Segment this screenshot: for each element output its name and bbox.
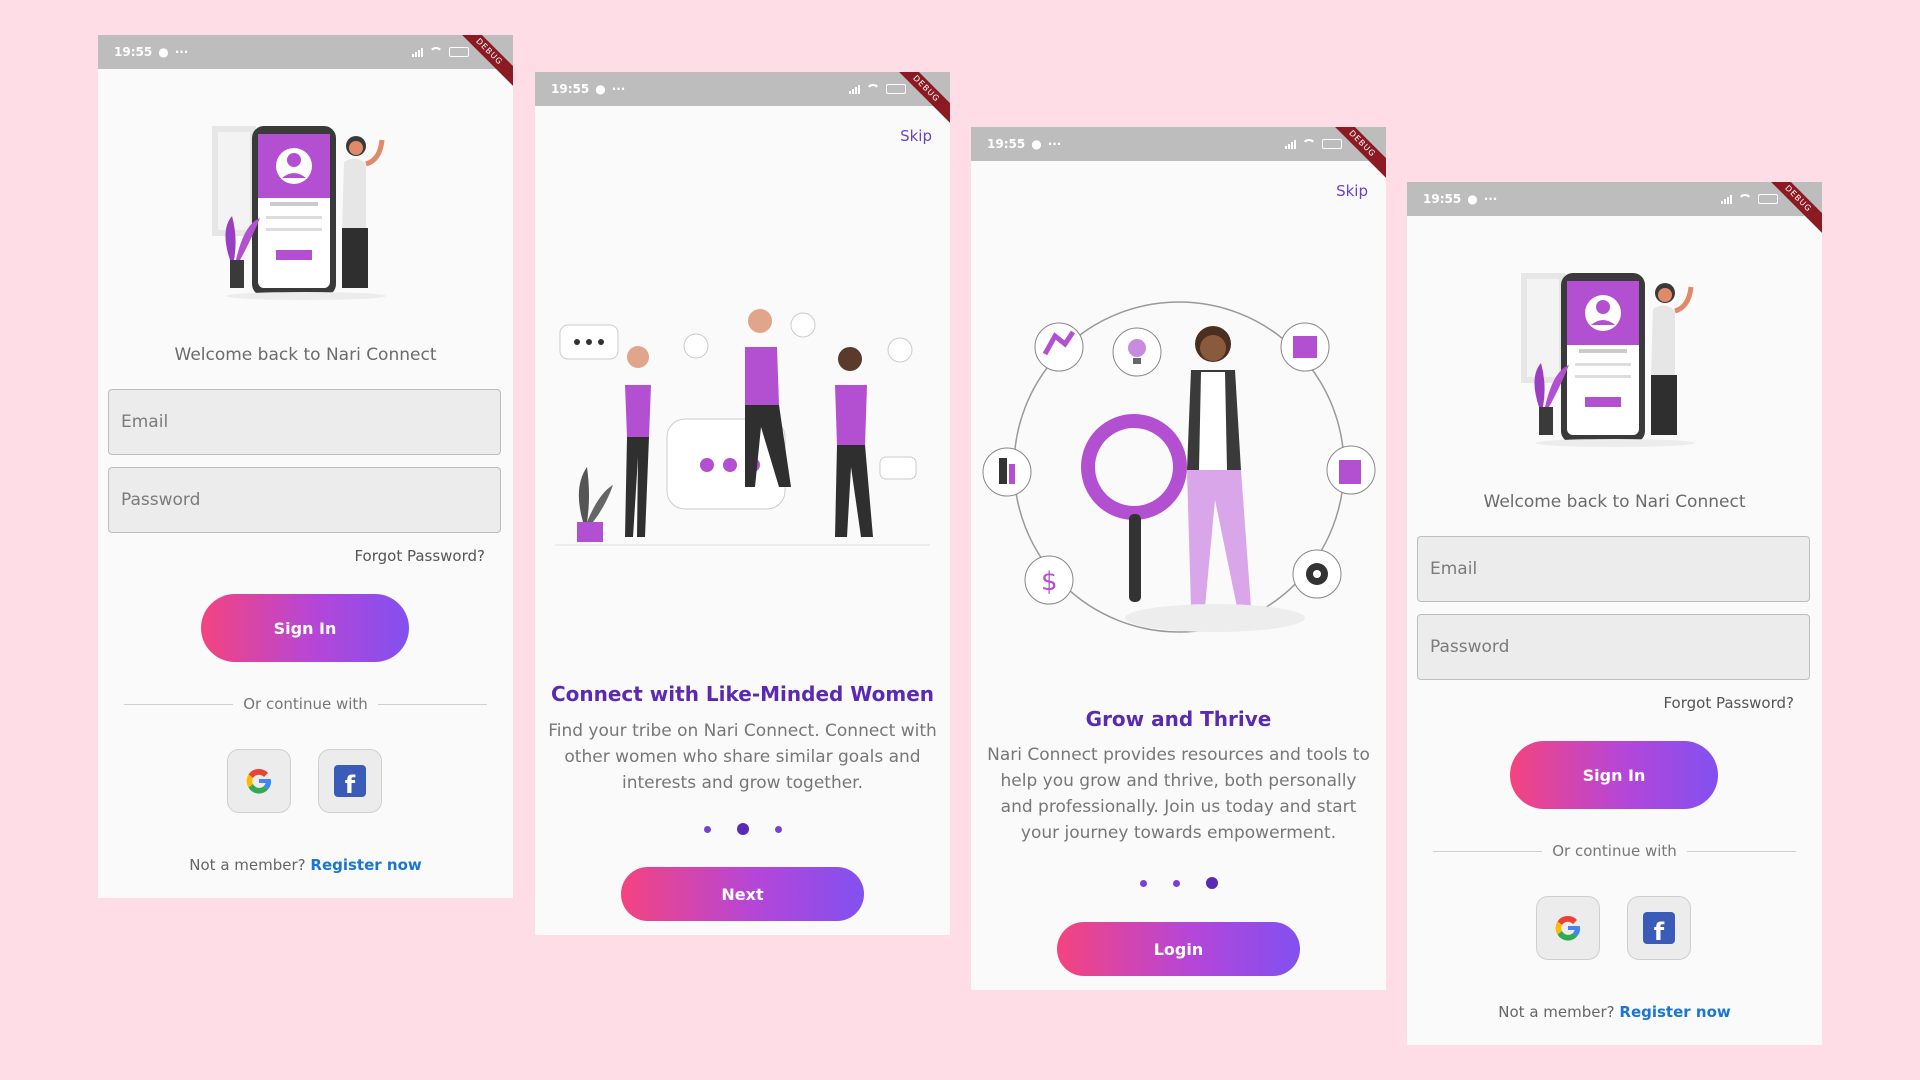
debug-ribbon: DEBUG xyxy=(1321,127,1386,185)
divider-line xyxy=(124,703,234,705)
next-button[interactable]: Next xyxy=(621,867,864,921)
status-time: 19:55 xyxy=(551,82,590,96)
page-dot[interactable] xyxy=(774,825,782,833)
sign-in-button[interactable]: Sign In xyxy=(1510,741,1718,809)
welcome-illustration xyxy=(1521,273,1695,447)
status-bar: 19:55 ● ··· DEBUG xyxy=(98,35,513,93)
notification-icon: ● xyxy=(1031,137,1042,151)
slide-title: Grow and Thrive xyxy=(1085,707,1272,731)
page-dot[interactable] xyxy=(1172,879,1180,887)
or-continue-text: Or continue with xyxy=(243,695,368,713)
more-icon: ··· xyxy=(174,45,189,59)
not-member-text: Not a member? xyxy=(1498,1003,1615,1021)
connect-illustration xyxy=(555,309,930,546)
battery-icon xyxy=(1322,139,1342,149)
facebook-icon: f xyxy=(1643,912,1675,944)
battery-icon xyxy=(1758,194,1778,204)
onboarding-screen-connect: 19:55 ● ··· DEBUG Skip Connect with Like… xyxy=(535,72,950,935)
signal-icon xyxy=(412,47,423,57)
register-row: Not a member? Register now xyxy=(98,856,513,874)
not-member-text: Not a member? xyxy=(189,856,306,874)
page-indicator xyxy=(535,823,950,835)
register-row: Not a member? Register now xyxy=(1407,1003,1822,1021)
signal-icon xyxy=(1721,194,1732,204)
divider-line xyxy=(377,703,487,705)
facebook-button[interactable]: f xyxy=(318,749,382,813)
google-button[interactable] xyxy=(1536,896,1600,960)
slide-title: Connect with Like-Minded Women xyxy=(550,682,935,706)
email-field[interactable] xyxy=(108,389,501,455)
google-icon xyxy=(246,768,272,794)
forgot-password-link[interactable]: Forgot Password? xyxy=(354,547,485,565)
onboarding-screen-grow: 19:55 ● ··· DEBUG Skip $ Grow and Thrive… xyxy=(971,127,1386,990)
or-divider: Or continue with xyxy=(1433,842,1796,860)
signal-icon xyxy=(849,84,860,94)
page-dot-active[interactable] xyxy=(1205,877,1218,889)
google-button[interactable] xyxy=(227,749,291,813)
wifi-icon xyxy=(429,47,443,57)
divider-line xyxy=(1433,850,1543,852)
grow-illustration: $ xyxy=(982,301,1376,633)
slide-description: Nari Connect provides resources and tool… xyxy=(987,745,1370,843)
signal-icon xyxy=(1285,139,1296,149)
more-icon: ··· xyxy=(1047,137,1062,151)
login-screen: 19:55 ● ··· DEBUG Welcome back to Nari C… xyxy=(98,35,513,898)
register-link[interactable]: Register now xyxy=(310,856,421,874)
notification-icon: ● xyxy=(1467,192,1478,206)
more-icon: ··· xyxy=(611,82,626,96)
register-link[interactable]: Register now xyxy=(1619,1003,1730,1021)
wifi-icon xyxy=(866,84,880,94)
status-time: 19:55 xyxy=(987,137,1026,151)
slide-description: Find your tribe on Nari Connect. Connect… xyxy=(548,721,937,793)
battery-icon xyxy=(449,47,469,57)
notification-icon: ● xyxy=(595,82,606,96)
password-field[interactable] xyxy=(108,467,501,533)
svg-text:$: $ xyxy=(1041,567,1058,597)
or-divider: Or continue with xyxy=(124,695,487,713)
notification-icon: ● xyxy=(158,45,169,59)
sign-in-button[interactable]: Sign In xyxy=(201,594,409,662)
skip-button[interactable]: Skip xyxy=(1336,182,1368,200)
skip-button[interactable]: Skip xyxy=(900,127,932,145)
wifi-icon xyxy=(1302,139,1316,149)
divider-line xyxy=(1686,850,1796,852)
page-dot-active[interactable] xyxy=(736,823,749,835)
debug-ribbon: DEBUG xyxy=(448,35,513,93)
status-bar: 19:55 ● ··· DEBUG xyxy=(1407,182,1822,240)
page-indicator xyxy=(971,877,1386,889)
login-button[interactable]: Login xyxy=(1057,922,1300,976)
status-bar: 19:55 ● ··· DEBUG xyxy=(535,72,950,130)
debug-ribbon: DEBUG xyxy=(1757,182,1822,240)
google-icon xyxy=(1555,915,1581,941)
email-field[interactable] xyxy=(1417,536,1810,602)
page-dot[interactable] xyxy=(1139,879,1147,887)
debug-ribbon: DEBUG xyxy=(885,72,950,130)
welcome-illustration xyxy=(212,126,386,300)
welcome-text: Welcome back to Nari Connect xyxy=(1483,492,1746,512)
welcome-text: Welcome back to Nari Connect xyxy=(174,345,437,365)
login-screen-duplicate: 19:55 ● ··· DEBUG Welcome back to Nari C… xyxy=(1407,182,1822,1045)
facebook-icon: f xyxy=(334,765,366,797)
password-field[interactable] xyxy=(1417,614,1810,680)
more-icon: ··· xyxy=(1483,192,1498,206)
battery-icon xyxy=(886,84,906,94)
status-time: 19:55 xyxy=(1423,192,1462,206)
facebook-button[interactable]: f xyxy=(1627,896,1691,960)
status-bar: 19:55 ● ··· DEBUG xyxy=(971,127,1386,185)
status-time: 19:55 xyxy=(114,45,153,59)
or-continue-text: Or continue with xyxy=(1552,842,1677,860)
page-dot[interactable] xyxy=(703,825,711,833)
forgot-password-link[interactable]: Forgot Password? xyxy=(1663,694,1794,712)
wifi-icon xyxy=(1738,194,1752,204)
